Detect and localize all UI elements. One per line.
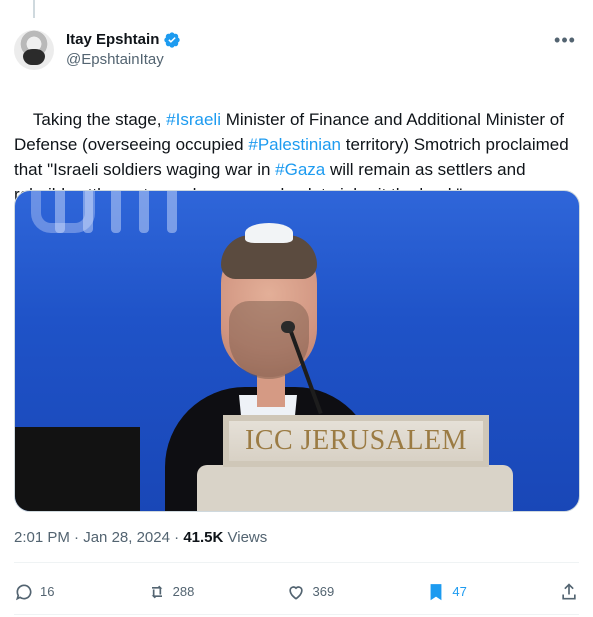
background-letter — [167, 191, 177, 233]
background-letter — [111, 191, 121, 233]
views-count: 41.5K — [183, 529, 224, 546]
background-letters — [55, 191, 177, 233]
heart-icon — [289, 586, 304, 600]
speaker-beard — [229, 301, 309, 379]
verified-badge-icon — [163, 31, 181, 49]
bookmark-count: 47 — [452, 584, 467, 599]
meta-separator: · — [174, 529, 180, 546]
bookmark-button[interactable]: 47 — [426, 582, 467, 602]
views-label: Views — [227, 529, 268, 546]
background-letter — [139, 191, 149, 233]
reply-icon — [15, 584, 32, 601]
top-cut-region — [0, 0, 593, 18]
tweet-meta: 2:01 PM · Jan 28, 2024 · 41.5K Views — [14, 528, 267, 548]
like-count: 369 — [312, 584, 335, 599]
divider — [14, 614, 579, 615]
thread-line — [33, 0, 35, 18]
retweet-icon — [151, 585, 162, 599]
tweet-time[interactable]: 2:01 PM — [14, 529, 70, 546]
tweet-text-segment: Taking the stage, — [32, 110, 167, 129]
retweet-count: 288 — [172, 584, 195, 599]
more-options-icon[interactable]: ••• — [551, 30, 579, 50]
handle[interactable]: @EpshtainItay — [66, 50, 181, 70]
podium-sign-text: ICC JERUSALEM — [245, 425, 467, 456]
tweet-date[interactable]: Jan 28, 2024 — [83, 529, 170, 546]
media-image[interactable]: ICC JERUSALEM — [14, 190, 580, 512]
avatar[interactable] — [14, 30, 54, 70]
hashtag-palestinian[interactable]: #Palestinian — [248, 135, 341, 154]
share-button[interactable] — [559, 582, 579, 602]
tweet: Itay Epshtain @EpshtainItay ••• Taking t… — [0, 0, 593, 617]
reply-count: 16 — [40, 584, 55, 599]
hashtag-gaza[interactable]: #Gaza — [275, 160, 325, 179]
like-button[interactable]: 369 — [286, 582, 334, 602]
background-letter — [55, 191, 65, 233]
divider — [14, 562, 579, 563]
speaker-kippah — [245, 223, 293, 243]
share-icon — [562, 583, 576, 600]
display-name[interactable]: Itay Epshtain — [66, 30, 159, 50]
bookmark-icon — [430, 584, 442, 601]
author-block: Itay Epshtain @EpshtainItay — [66, 30, 181, 70]
name-row: Itay Epshtain — [66, 30, 181, 50]
hashtag-israeli[interactable]: #Israeli — [166, 110, 221, 129]
tweet-header: Itay Epshtain @EpshtainItay ••• — [14, 28, 579, 72]
podium-sign: ICC JERUSALEM — [223, 415, 489, 467]
reply-button[interactable]: 16 — [14, 582, 54, 602]
lectern — [197, 465, 513, 511]
meta-separator: · — [74, 529, 80, 546]
stage-speaker-box — [15, 427, 140, 511]
action-bar: 16 288 369 47 — [14, 574, 579, 610]
background-letter — [83, 191, 93, 233]
microphone-icon — [281, 321, 295, 333]
retweet-button[interactable]: 288 — [147, 582, 195, 602]
